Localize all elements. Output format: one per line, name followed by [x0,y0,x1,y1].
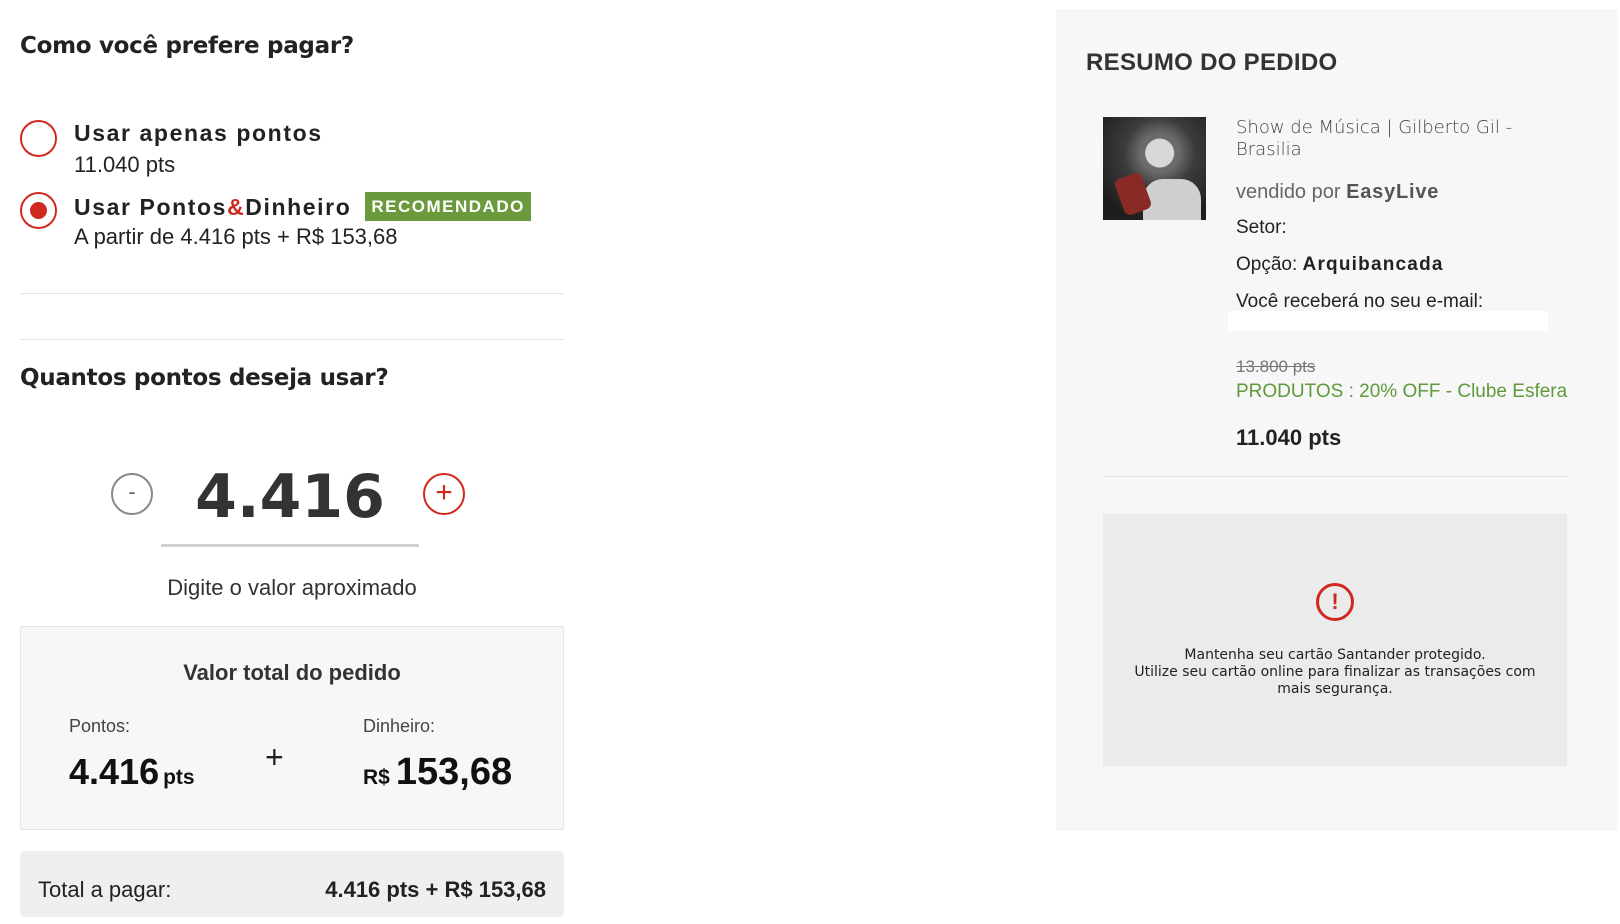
summary-points-total: 11.040 pts [1236,425,1342,450]
security-alert-text: Mantenha seu cartão Santander protegido.… [1123,647,1547,698]
option-points-only-title: Usar apenas pontos [74,120,323,146]
seller-name: EasyLive [1346,181,1440,203]
recommended-badge: RECOMENDADO [365,192,531,221]
points-value: 4.416 pts [69,751,195,793]
points-hint: Digite o valor aproximado [167,575,417,600]
money-value: R$ 153,68 [363,751,512,794]
money-currency: R$ [363,766,390,789]
divider [1103,476,1567,477]
points-label: Pontos: [69,716,131,736]
alert-line-2: Utilize seu cartão online para finalizar… [1134,664,1536,697]
option-info: Opção: Arquibancada [1236,254,1444,276]
email-value [1228,311,1548,331]
total-to-pay-value: 4.416 pts + R$ 153,68 [325,877,546,902]
promo-discount: PRODUTOS : 20% OFF - Clube Esfera [1236,381,1568,402]
option-points-and-money-title: Usar Pontos&Dinheiro RECOMENDADO [74,192,531,221]
decrease-points-button[interactable]: - [111,473,153,515]
payment-question: Como você prefere pagar? [20,33,354,59]
email-label: Você receberá no seu e-mail: [1236,291,1484,312]
radio-points-only[interactable] [20,120,57,157]
money-label: Dinheiro: [363,716,436,736]
order-total-box: Valor total do pedido Pontos: Dinheiro: … [20,626,564,830]
total-to-pay-label: Total a pagar: [38,877,172,902]
seller-prefix: vendido por [1236,181,1341,203]
option-points-only-subtitle: 11.040 pts [74,152,176,177]
points-question: Quantos pontos deseja usar? [20,365,389,391]
points-input[interactable] [161,455,419,547]
divider [20,339,564,340]
points-amount: 4.416 [69,751,160,792]
title-ampersand: & [227,194,246,220]
option-points-and-money-subtitle: A partir de 4.416 pts + R$ 153,68 [74,224,398,249]
radio-points-and-money[interactable] [20,192,57,229]
title-part-points: Usar Pontos [74,194,228,220]
money-amount: 153,68 [395,751,513,793]
option-value: Arquibancada [1302,254,1444,275]
plus-sign: + [265,739,284,775]
option-label: Opção: [1236,254,1298,275]
order-total-title: Valor total do pedido [183,660,401,685]
product-thumbnail [1103,117,1206,220]
exclamation-icon: ! [1316,583,1354,621]
order-summary-panel: RESUMO DO PEDIDO Show de Música | Gilber… [1056,9,1618,831]
security-alert: ! Mantenha seu cartão Santander protegid… [1103,514,1567,766]
increase-points-button[interactable]: + [423,473,465,515]
sector-label: Setor: [1236,217,1287,238]
seller-info: vendido por EasyLive [1236,181,1439,204]
thumbnail-figure [1143,179,1201,220]
alert-line-1: Mantenha seu cartão Santander protegido. [1184,647,1486,663]
points-unit: pts [163,766,195,789]
total-to-pay-bar: Total a pagar: 4.416 pts + R$ 153,68 [20,851,564,917]
original-points: 13.800 pts [1236,357,1316,376]
title-part-money: Dinheiro [245,194,352,220]
divider [20,293,564,294]
product-name: Show de Música | Gilberto Gil - Brasilia [1236,117,1513,160]
order-summary-title: RESUMO DO PEDIDO [1086,49,1338,76]
